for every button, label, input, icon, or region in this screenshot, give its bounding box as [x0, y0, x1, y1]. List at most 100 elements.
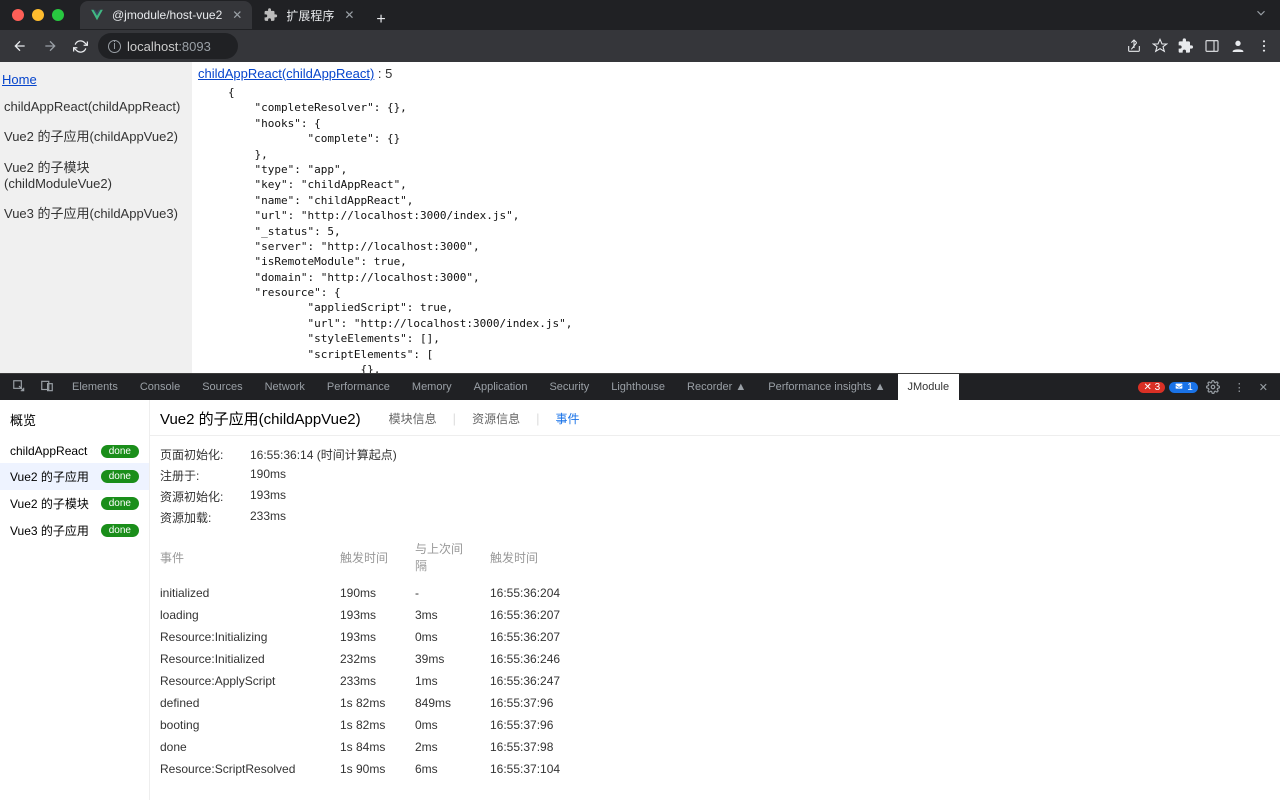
divider: | — [536, 411, 539, 426]
table-cell: loading — [150, 604, 330, 626]
back-button[interactable] — [8, 34, 32, 58]
devtools-tab-console[interactable]: Console — [130, 374, 190, 400]
browser-tab-0[interactable]: @jmodule/host-vue2 ✕ — [80, 1, 252, 29]
menu-icon[interactable] — [1256, 38, 1272, 54]
th-time: 触发时间 — [480, 532, 1280, 582]
devtools-settings-icon[interactable] — [1200, 374, 1226, 400]
address-bar[interactable]: i localhost:8093 — [98, 33, 238, 59]
devtools-tab-network[interactable]: Network — [255, 374, 315, 400]
devtools-tab-perf-insights[interactable]: Performance insights ▲ — [758, 374, 895, 400]
table-cell: 16:55:36:204 — [480, 582, 1280, 604]
profile-icon[interactable] — [1230, 38, 1246, 54]
table-cell: 1ms — [405, 670, 480, 692]
app-name: Vue2 的子应用 — [10, 468, 89, 485]
app-row-3[interactable]: Vue3 的子应用 done — [0, 517, 149, 544]
tab-label: 扩展程序 — [286, 7, 334, 24]
inspect-element-icon[interactable] — [6, 379, 32, 396]
divider: | — [453, 411, 456, 426]
devtools-tab-memory[interactable]: Memory — [402, 374, 462, 400]
table-row: Resource:Initializing193ms0ms16:55:36:20… — [150, 626, 1280, 648]
meta-key: 注册于: — [160, 467, 250, 484]
panel-tab-module-info[interactable]: 模块信息 — [385, 410, 441, 427]
close-window-button[interactable] — [12, 9, 24, 21]
toolbar-actions — [1126, 38, 1272, 54]
error-count-badge[interactable]: ✕ 3 — [1138, 382, 1165, 393]
sidebar-item-vue3app[interactable]: Vue3 的子应用(childAppVue3) — [0, 197, 192, 228]
module-link[interactable]: childAppReact(childAppReact) — [198, 66, 374, 81]
meta-key: 资源加载: — [160, 509, 250, 526]
table-cell: 1s 82ms — [330, 692, 405, 714]
reload-button[interactable] — [68, 34, 92, 58]
devtools-tab-recorder[interactable]: Recorder ▲ — [677, 374, 756, 400]
overview-title: 概览 — [0, 400, 149, 439]
panel-header: Vue2 的子应用(childAppVue2) 模块信息 | 资源信息 | 事件 — [150, 400, 1280, 436]
th-elapsed: 触发时间 — [330, 532, 405, 582]
table-row: defined1s 82ms849ms16:55:37:96 — [150, 692, 1280, 714]
app-name: Vue3 的子应用 — [10, 522, 89, 539]
table-row: loading193ms3ms16:55:36:207 — [150, 604, 1280, 626]
close-tab-icon[interactable]: ✕ — [342, 8, 356, 22]
url-text: localhost:8093 — [127, 39, 211, 54]
sidebar-item-react[interactable]: childAppReact(childAppReact) — [0, 93, 192, 120]
info-count-badge[interactable]: 1 — [1169, 382, 1198, 393]
panel-tab-resource-info[interactable]: 资源信息 — [468, 410, 524, 427]
panel-tab-events[interactable]: 事件 — [551, 410, 583, 427]
meta-block: 页面初始化:16:55:36:14 (时间计算起点) 注册于:190ms 资源初… — [150, 436, 1280, 532]
app-row-0[interactable]: childAppReact done — [0, 439, 149, 463]
site-info-icon[interactable]: i — [108, 40, 121, 53]
devtools-tab-sources[interactable]: Sources — [192, 374, 252, 400]
tab-label: @jmodule/host-vue2 — [112, 8, 222, 22]
browser-tab-1[interactable]: 扩展程序 ✕ — [254, 1, 364, 29]
panel-title: Vue2 的子应用(childAppVue2) — [160, 408, 361, 429]
table-cell: 3ms — [405, 604, 480, 626]
extensions-icon[interactable] — [1178, 38, 1194, 54]
chevron-down-icon[interactable] — [1254, 6, 1268, 25]
app-name: childAppReact — [10, 444, 87, 458]
table-cell: Resource:ApplyScript — [150, 670, 330, 692]
devtools-tab-security[interactable]: Security — [539, 374, 599, 400]
table-row: initialized190ms-16:55:36:204 — [150, 582, 1280, 604]
overview-sidebar: 概览 childAppReact done Vue2 的子应用 done Vue… — [0, 400, 150, 800]
close-tab-icon[interactable]: ✕ — [230, 8, 244, 22]
devtools-body: 概览 childAppReact done Vue2 的子应用 done Vue… — [0, 400, 1280, 800]
share-icon[interactable] — [1126, 38, 1142, 54]
browser-tabs: @jmodule/host-vue2 ✕ 扩展程序 ✕ + — [80, 1, 396, 29]
devtools-tab-lighthouse[interactable]: Lighthouse — [601, 374, 675, 400]
devtools-tab-performance[interactable]: Performance — [317, 374, 400, 400]
panel-main: Vue2 的子应用(childAppVue2) 模块信息 | 资源信息 | 事件… — [150, 400, 1280, 800]
maximize-window-button[interactable] — [52, 9, 64, 21]
page-main: childAppReact(childAppReact) : 5 { "comp… — [192, 62, 1280, 373]
sidebar-item-vue2app[interactable]: Vue2 的子应用(childAppVue2) — [0, 120, 192, 151]
app-row-2[interactable]: Vue2 的子模块 done — [0, 490, 149, 517]
devtools-tab-jmodule[interactable]: JModule — [898, 374, 960, 400]
table-cell: 16:55:36:247 — [480, 670, 1280, 692]
table-row: booting1s 82ms0ms16:55:37:96 — [150, 714, 1280, 736]
devtools-tab-elements[interactable]: Elements — [62, 374, 128, 400]
bookmark-icon[interactable] — [1152, 38, 1168, 54]
forward-button[interactable] — [38, 34, 62, 58]
sidebar-item-vue2module[interactable]: Vue2 的子模块(childModuleVue2) — [0, 151, 192, 197]
sidebar-item-home[interactable]: Home — [0, 66, 192, 93]
table-cell: 233ms — [330, 670, 405, 692]
table-cell: defined — [150, 692, 330, 714]
meta-val: 233ms — [250, 509, 286, 526]
devtools-close-icon[interactable]: ✕ — [1253, 374, 1274, 400]
sidepanel-icon[interactable] — [1204, 38, 1220, 54]
table-cell: 193ms — [330, 604, 405, 626]
table-cell: Resource:Initializing — [150, 626, 330, 648]
status-badge: done — [101, 497, 139, 510]
devtools: Elements Console Sources Network Perform… — [0, 373, 1280, 800]
devtools-more-icon[interactable]: ⋮ — [1228, 374, 1251, 400]
titlebar: @jmodule/host-vue2 ✕ 扩展程序 ✕ + — [0, 0, 1280, 30]
new-tab-button[interactable]: + — [366, 11, 395, 29]
status-badge: done — [101, 470, 139, 483]
minimize-window-button[interactable] — [32, 9, 44, 21]
devtools-tab-application[interactable]: Application — [464, 374, 538, 400]
module-json-dump: { "completeResolver": {}, "hooks": { "co… — [198, 81, 1274, 373]
vue-icon — [90, 8, 104, 22]
window-controls — [0, 9, 76, 21]
table-cell: 16:55:36:207 — [480, 626, 1280, 648]
devtools-tabs: Elements Console Sources Network Perform… — [0, 374, 1280, 400]
app-row-1[interactable]: Vue2 的子应用 done — [0, 463, 149, 490]
device-toggle-icon[interactable] — [34, 379, 60, 396]
